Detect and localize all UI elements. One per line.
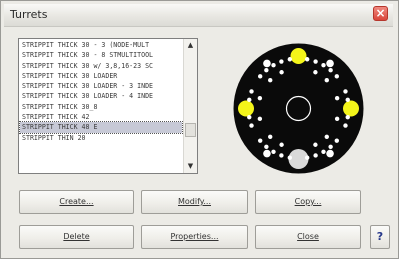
list-item[interactable]: STRIPPIT THICK 30 LOADER - 3 INDE	[20, 81, 182, 91]
station-small	[328, 144, 333, 150]
station-small	[247, 97, 252, 103]
station-small	[257, 74, 263, 79]
station-small	[247, 114, 252, 120]
list-scrollbar[interactable]: ▲ ▼	[183, 39, 197, 173]
station-small	[257, 138, 263, 143]
station-large	[343, 100, 359, 117]
turrets-dialog: Turrets × STRIPPIT THICK 30 - 3 (NODE-MU…	[0, 0, 399, 259]
station-small	[313, 70, 318, 75]
scroll-down-icon[interactable]: ▼	[185, 161, 196, 171]
station-small	[279, 70, 284, 75]
station-small	[328, 67, 333, 73]
station-small	[257, 116, 263, 122]
close-window-button[interactable]: ×	[373, 6, 388, 21]
title-bar[interactable]: Turrets ×	[4, 4, 393, 27]
station-small	[324, 134, 329, 139]
station-small	[334, 138, 340, 143]
station-small	[287, 57, 293, 62]
station-small	[304, 155, 310, 160]
close-button[interactable]: Close	[255, 225, 361, 249]
modify-button[interactable]: Modify...	[141, 190, 248, 214]
station-small	[279, 153, 284, 158]
turret-preview	[231, 41, 366, 176]
turret-list: STRIPPIT THICK 30 - 3 (NODE-MULT STRIPPIT…	[19, 40, 183, 143]
list-item[interactable]: STRIPPIT THICK 30 LOADER - 4 INDE	[20, 91, 182, 101]
station-small	[271, 62, 276, 68]
station-medium	[326, 149, 334, 158]
scroll-up-icon[interactable]: ▲	[185, 40, 196, 50]
station-small	[268, 134, 273, 139]
list-item[interactable]: STRIPPIT THICK 30 - 8 STMULTITOOL	[20, 50, 182, 60]
station-small	[249, 123, 254, 128]
station-small	[313, 153, 318, 158]
station-small	[287, 155, 293, 160]
station-small	[321, 149, 326, 155]
station-small	[334, 95, 340, 101]
station-medium	[263, 149, 271, 158]
station-small	[268, 78, 273, 83]
station-small	[279, 59, 284, 64]
close-icon: ×	[375, 6, 386, 20]
list-item[interactable]: STRIPPIT THIN 20	[20, 133, 182, 143]
station-medium	[263, 59, 271, 68]
station-small	[345, 114, 350, 120]
window-title: Turrets	[10, 8, 48, 21]
list-item[interactable]: STRIPPIT THICK 42	[20, 112, 182, 122]
station-small	[334, 116, 340, 122]
station-small	[324, 78, 329, 83]
scrollbar-thumb[interactable]	[185, 123, 196, 137]
properties-button[interactable]: Properties...	[141, 225, 248, 249]
station-large	[238, 100, 254, 117]
copy-button[interactable]: Copy...	[255, 190, 361, 214]
station-small	[345, 97, 350, 103]
turret-listbox[interactable]: STRIPPIT THICK 30 - 3 (NODE-MULT STRIPPIT…	[18, 38, 198, 174]
station-small	[321, 62, 326, 68]
list-item[interactable]: STRIPPIT THICK 30 - 3 (NODE-MULT	[20, 40, 182, 50]
list-item[interactable]: STRIPPIT THICK 30 w/ 3,8,16-23 SC	[20, 61, 182, 71]
station-small	[313, 59, 318, 64]
station-small	[343, 123, 348, 128]
create-button[interactable]: Create...	[19, 190, 134, 214]
delete-button[interactable]: Delete	[19, 225, 134, 249]
turret-diagram-icon	[233, 43, 364, 174]
list-item[interactable]: STRIPPIT THICK 48 E	[19, 121, 183, 134]
station-small	[343, 89, 348, 94]
station-medium	[326, 59, 334, 68]
station-small	[304, 57, 310, 62]
list-item[interactable]: STRIPPIT THICK 30_8	[20, 102, 182, 112]
station-small	[264, 144, 269, 150]
help-button[interactable]: ?	[370, 225, 390, 249]
station-small	[249, 89, 254, 94]
station-small	[279, 142, 284, 147]
station-small	[313, 142, 318, 147]
list-item[interactable]: STRIPPIT THICK 30 LOADER	[20, 71, 182, 81]
station-small	[264, 67, 269, 73]
station-small	[257, 95, 263, 101]
station-small	[334, 74, 340, 79]
station-large	[290, 48, 307, 64]
station-small	[271, 149, 276, 155]
